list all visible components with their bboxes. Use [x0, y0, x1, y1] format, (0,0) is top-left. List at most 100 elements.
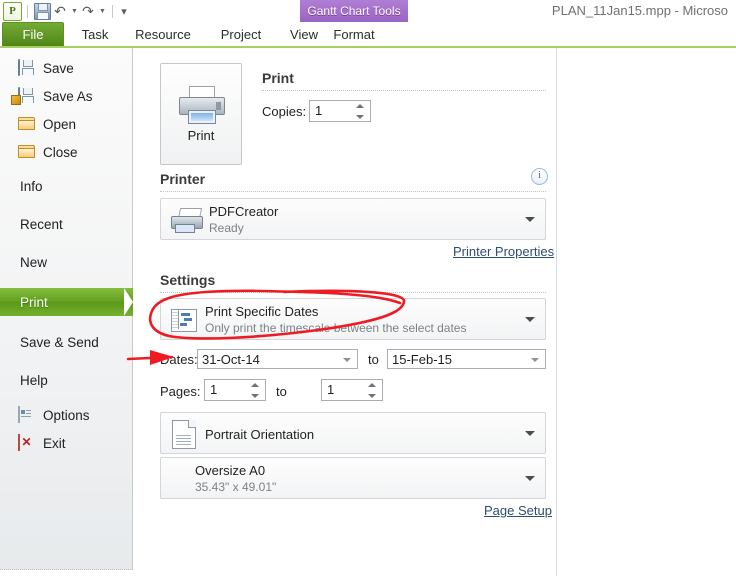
sidebar-item-label: Recent	[20, 216, 63, 232]
date-to-combo[interactable]: 15-Feb-15	[387, 349, 546, 369]
sidebar-item-label: Save As	[43, 88, 93, 104]
qat-divider	[27, 4, 28, 18]
sidebar-item-label: Options	[43, 407, 90, 423]
printer-status: Ready	[209, 221, 244, 235]
page-from-spinner-arrows[interactable]	[251, 382, 260, 399]
sidebar-item-save-send[interactable]: Save & Send	[0, 328, 133, 356]
tab-format[interactable]: Format	[300, 22, 408, 47]
sidebar-item-save[interactable]: Save	[0, 54, 133, 82]
selection-chevron-icon	[124, 288, 133, 316]
undo-dropdown-icon[interactable]: ▼	[69, 2, 79, 20]
dates-label: Dates:	[160, 352, 198, 367]
save-as-icon	[11, 86, 35, 105]
page-from-stepper[interactable]: 1	[204, 379, 266, 401]
sidebar-item-label: Save & Send	[20, 334, 99, 350]
page-from-value: 1	[210, 382, 218, 397]
chevron-down-icon[interactable]	[343, 358, 351, 362]
dates-to-label: to	[368, 352, 379, 367]
date-to-value: 15-Feb-15	[392, 352, 452, 367]
orientation-combo[interactable]: Portrait Orientation	[160, 412, 546, 454]
ribbon-tab-strip: File Task Resource Project View Format	[0, 22, 736, 48]
printer-section-title: Printer	[160, 171, 206, 187]
sidebar-item-label: Exit	[43, 435, 66, 451]
print-range-title: Print Specific Dates	[205, 304, 319, 319]
sidebar-item-info[interactable]: Info	[0, 172, 133, 200]
exit-icon: ✕	[18, 433, 35, 452]
undo-icon[interactable]: ↶	[51, 2, 69, 20]
gantt-chart-icon	[171, 309, 197, 332]
tab-resource[interactable]: Resource	[124, 22, 202, 47]
sidebar-item-print[interactable]: Print	[0, 288, 133, 316]
page-to-spinner-arrows[interactable]	[368, 382, 377, 399]
project-logo-icon[interactable]: P	[3, 1, 22, 21]
print-preview-area	[557, 48, 736, 576]
sidebar-item-label: Close	[43, 144, 78, 160]
save-icon[interactable]	[33, 2, 51, 20]
qat-divider-2	[112, 4, 113, 18]
chevron-down-icon[interactable]	[525, 317, 535, 322]
paper-size-value: Oversize A0	[195, 463, 266, 478]
printer-properties-link[interactable]: Printer Properties	[453, 244, 554, 259]
sidebar-item-options[interactable]: Options	[0, 401, 133, 429]
print-button[interactable]: Print	[160, 63, 242, 165]
document-title: PLAN_11Jan15.mpp - Microso	[551, 3, 728, 18]
date-from-combo[interactable]: 31-Oct-14	[197, 349, 358, 369]
contextual-tab-title: Gantt Chart Tools	[307, 4, 401, 18]
info-icon[interactable]: i	[531, 168, 548, 185]
options-icon	[18, 405, 35, 424]
sidebar-item-close[interactable]: Close	[0, 138, 133, 166]
print-button-label: Print	[187, 127, 215, 143]
pages-label: Pages:	[160, 384, 201, 399]
print-specific-dates-combo[interactable]: Print Specific Dates Only print the time…	[160, 298, 546, 340]
printer-section-rule	[160, 191, 546, 192]
printer-icon	[179, 85, 225, 124]
sidebar-item-label: Print	[20, 294, 48, 310]
paper-dimensions: 35.43" x 49.01"	[195, 480, 277, 494]
close-folder-icon	[18, 144, 35, 161]
copies-stepper[interactable]: 1	[309, 100, 371, 122]
sidebar-item-help[interactable]: Help	[0, 366, 133, 394]
chevron-down-icon[interactable]	[525, 476, 535, 481]
date-from-value: 31-Oct-14	[202, 352, 260, 367]
redo-dropdown-icon[interactable]: ▼	[97, 2, 107, 20]
chevron-down-icon[interactable]	[525, 217, 535, 222]
settings-section-title: Settings	[160, 272, 216, 288]
print-range-description: Only print the timescale between the sel…	[205, 321, 467, 335]
customize-qat-icon[interactable]: ▾	[118, 2, 130, 20]
page-setup-link[interactable]: Page Setup	[484, 503, 552, 518]
pages-to-label: to	[276, 384, 287, 399]
document-icon	[172, 420, 196, 449]
floppy-disk-icon	[18, 58, 35, 77]
print-section-rule	[262, 90, 546, 91]
printer-name: PDFCreator	[209, 204, 279, 219]
tab-task[interactable]: Task	[66, 22, 124, 47]
redo-icon[interactable]: ↷	[79, 2, 97, 20]
printer-combo[interactable]: PDFCreator Ready	[160, 198, 546, 240]
chevron-down-icon[interactable]	[525, 431, 535, 436]
tab-project[interactable]: Project	[208, 22, 274, 47]
print-section-title: Print	[262, 70, 294, 86]
quick-access-toolbar[interactable]: P ↶ ▼ ↷ ▼ ▾	[3, 1, 130, 21]
sidebar-item-label: Open	[43, 116, 77, 132]
copies-label: Copies:	[262, 104, 307, 119]
copies-value: 1	[315, 103, 323, 118]
copies-spinner-arrows[interactable]	[356, 103, 365, 120]
page-to-value: 1	[327, 382, 335, 397]
tab-file[interactable]: File	[2, 22, 64, 47]
paper-size-combo[interactable]: Oversize A0 35.43" x 49.01"	[160, 457, 546, 499]
orientation-value: Portrait Orientation	[205, 427, 315, 442]
chevron-down-icon[interactable]	[531, 358, 539, 362]
sidebar-item-recent[interactable]: Recent	[0, 210, 133, 238]
sidebar-item-new[interactable]: New	[0, 248, 133, 276]
sidebar-item-exit[interactable]: ✕ Exit	[0, 429, 133, 457]
open-folder-icon	[18, 116, 35, 133]
sidebar-item-label: Save	[43, 60, 74, 76]
sidebar-item-label: Info	[20, 178, 43, 194]
sidebar-item-label: Help	[20, 372, 48, 388]
contextual-tab-header: Gantt Chart Tools	[300, 0, 408, 22]
printer-small-icon	[171, 208, 203, 233]
sidebar-item-open[interactable]: Open	[0, 110, 133, 138]
page-to-stepper[interactable]: 1	[321, 379, 383, 401]
sidebar-item-save-as[interactable]: Save As	[0, 82, 133, 110]
backstage-sidebar: Save Save As Open Close Info Recent New …	[0, 48, 133, 570]
